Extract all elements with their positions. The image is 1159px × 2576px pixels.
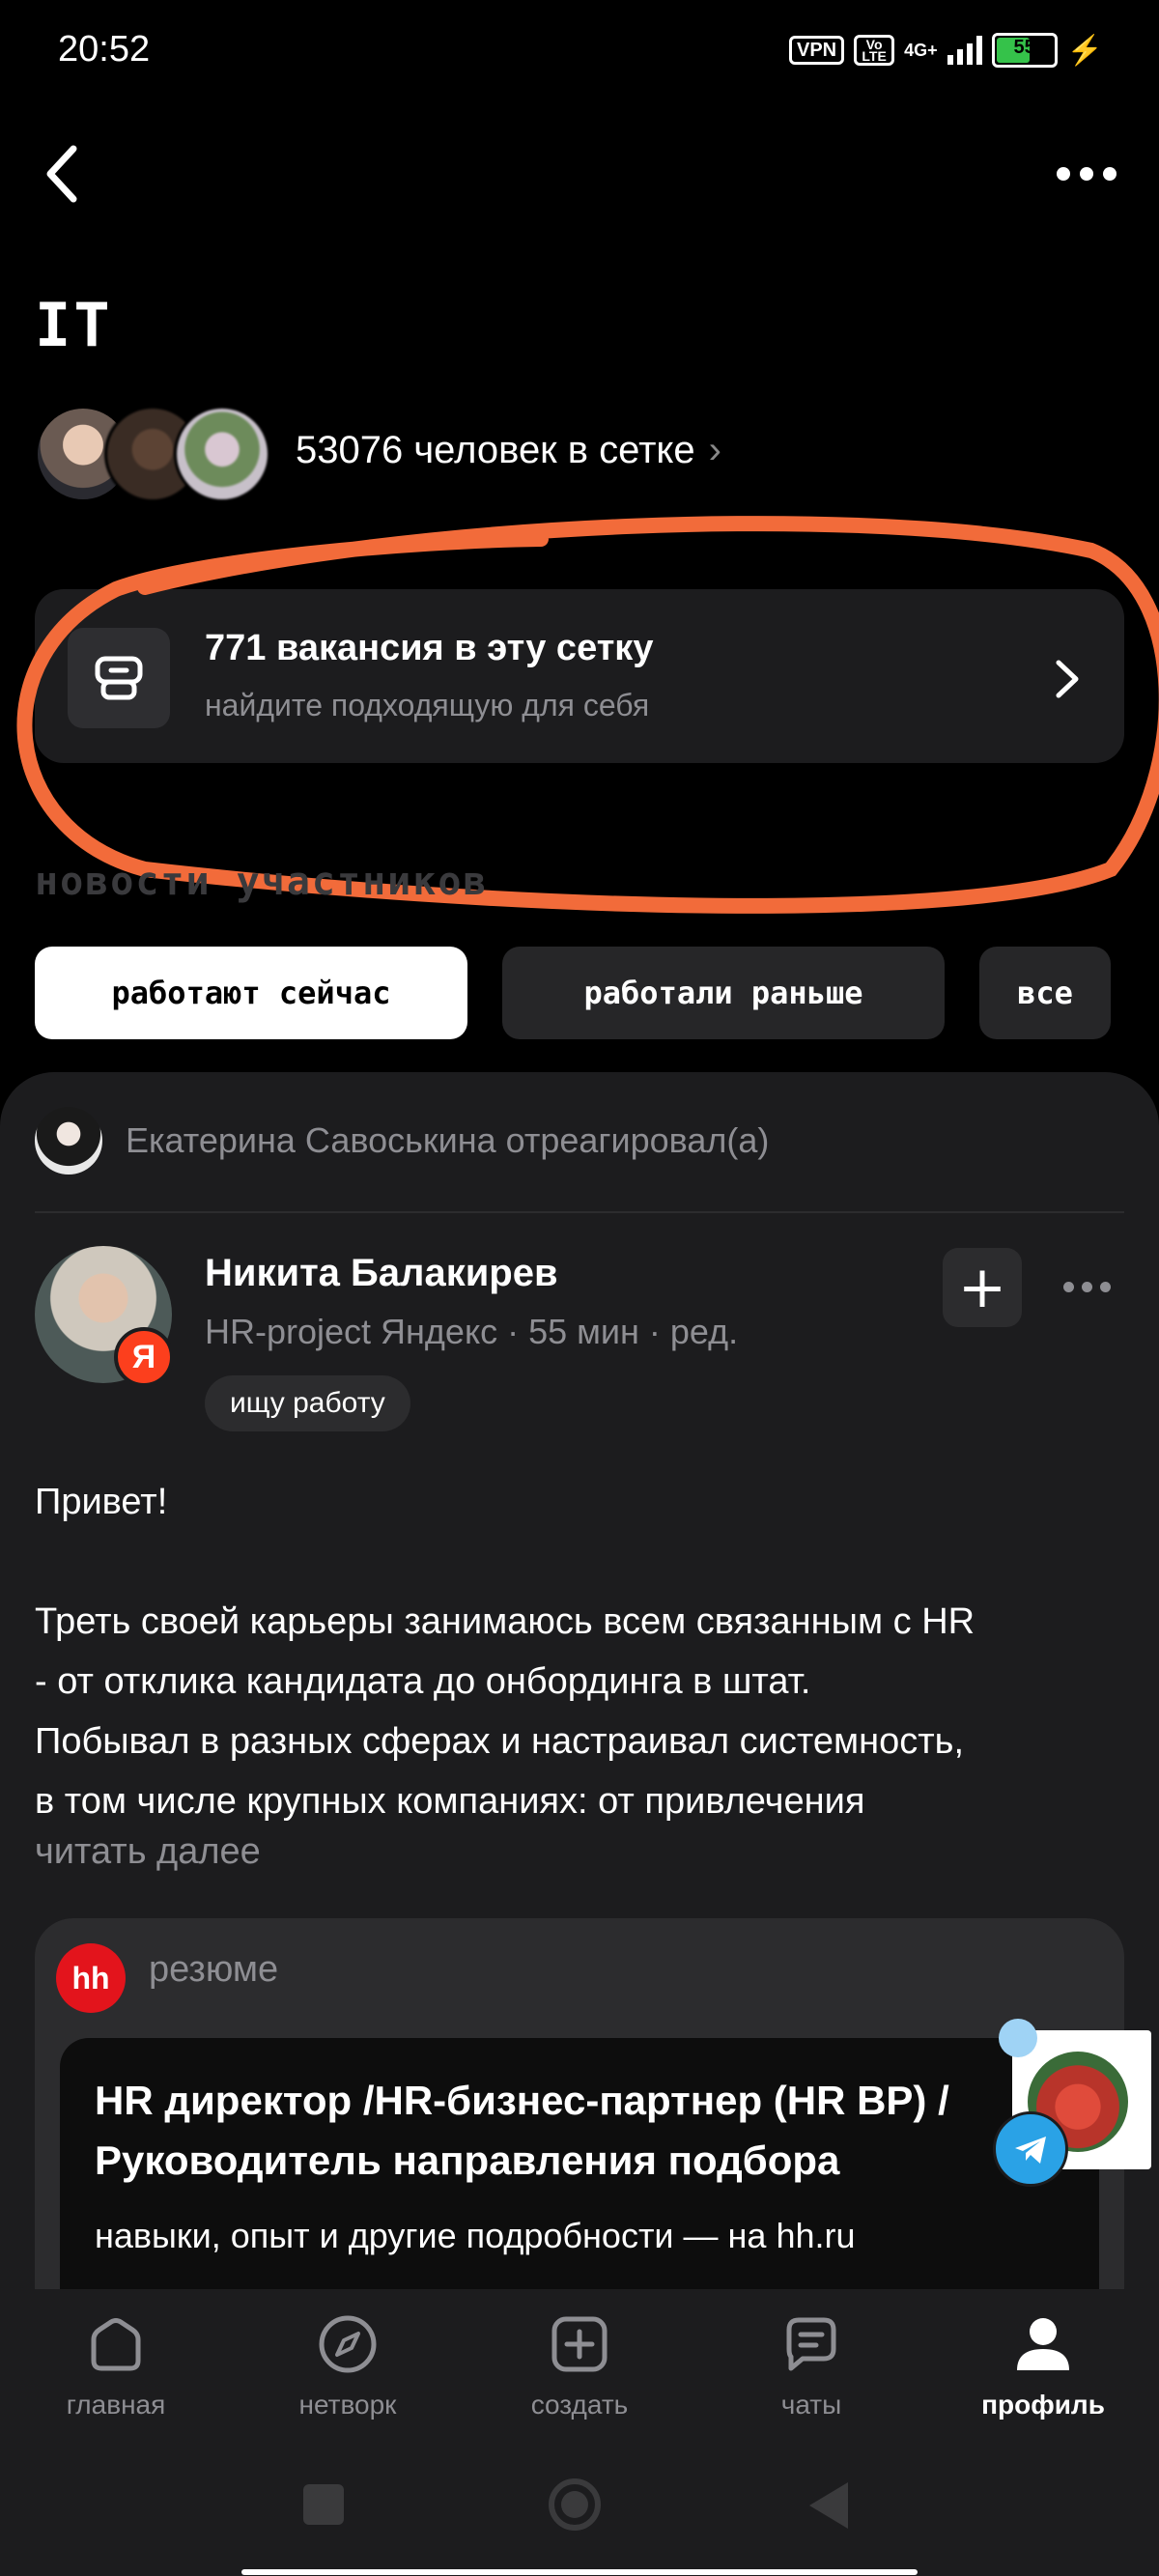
status-badge: ищу работу <box>205 1375 410 1431</box>
resume-label: резюме <box>149 1949 279 1990</box>
vpn-icon: VPN <box>788 36 845 65</box>
profile-icon <box>1017 2318 1069 2370</box>
author-meta: HR-project Яндекс · 55 мин · ред. <box>205 1312 739 1351</box>
nav-label: нетворк <box>298 2390 397 2420</box>
more-button[interactable] <box>1043 145 1130 203</box>
post-line: Побывал в разных сферах и настраивал сис… <box>35 1721 965 1762</box>
resume-subtitle: навыки, опыт и другие подробности — на h… <box>95 2216 856 2255</box>
nav-label: главная <box>66 2390 166 2420</box>
home-indicator <box>241 2569 918 2575</box>
drag-handle[interactable] <box>999 2019 1037 2057</box>
nav-home[interactable]: главная <box>19 2310 212 2420</box>
resume-title: HR директор /HR-бизнес-партнер (HR BP) /… <box>95 2078 949 2183</box>
avatar <box>174 406 270 502</box>
vacancies-subtitle: найдите подходящую для себя <box>205 688 650 722</box>
system-back-icon[interactable] <box>809 2482 848 2529</box>
vacancies-card[interactable] <box>35 589 1124 763</box>
back-chevron-icon <box>46 145 77 203</box>
plus-square-icon <box>551 2316 608 2372</box>
members-link[interactable]: 53076 человек в сетке › <box>296 429 721 472</box>
nav-label: профиль <box>981 2390 1105 2420</box>
reaction-row[interactable]: Екатерина Савоськина отреагировал(а) <box>35 1107 769 1175</box>
compass-icon <box>319 2315 377 2373</box>
post-line <box>35 1532 1126 1592</box>
post-line: Привет! <box>35 1482 168 1522</box>
nav-profile[interactable]: профиль <box>947 2310 1140 2420</box>
nav-create[interactable]: создать <box>483 2310 676 2420</box>
filter-worked-before[interactable]: работали раньше <box>502 947 945 1039</box>
nav-chats[interactable]: чаты <box>715 2310 908 2420</box>
chevron-right-icon <box>1043 645 1091 713</box>
yandex-badge: Я <box>114 1327 174 1387</box>
status-icons: VPN Vo LTE 4G+ 55 ⚡ <box>788 33 1103 68</box>
status-time: 20:52 <box>58 29 151 70</box>
post-line: Треть своей карьеры занимаюсь всем связа… <box>35 1601 975 1642</box>
page-title: IT <box>35 290 113 360</box>
post-more-button[interactable] <box>1053 1267 1120 1306</box>
recents-icon[interactable] <box>303 2484 344 2525</box>
reaction-text: Екатерина Савоськина отреагировал(а) <box>126 1120 770 1160</box>
telegram-icon[interactable] <box>993 2111 1068 2187</box>
network-type: 4G+ <box>904 41 938 60</box>
member-avatars[interactable] <box>35 406 270 502</box>
divider <box>35 1211 1124 1213</box>
post-line: - от отклика кандидата до онбординга в ш… <box>35 1661 811 1702</box>
chat-icon <box>786 2317 836 2371</box>
nav-label: чаты <box>780 2390 842 2420</box>
charging-icon: ⚡ <box>1066 34 1103 67</box>
nav-label: создать <box>530 2390 629 2420</box>
follow-button[interactable]: + <box>943 1248 1022 1327</box>
avatar <box>35 1107 102 1175</box>
author-name[interactable]: Никита Балакирев <box>205 1252 558 1295</box>
briefcase-icon <box>68 628 170 728</box>
read-more-link[interactable]: читать далее <box>35 1831 261 1873</box>
post-text: Привет! Треть своей карьеры занимаюсь вс… <box>35 1472 1126 1831</box>
vacancies-title: 771 вакансия в эту сетку <box>205 628 654 668</box>
filter-all[interactable]: все <box>979 947 1111 1039</box>
post-line: в том числе крупных компаниях: от привле… <box>35 1781 865 1822</box>
section-title: новости участников <box>35 860 489 904</box>
back-button[interactable] <box>29 135 97 212</box>
battery-percent: 55 <box>1013 37 1035 58</box>
more-dots-icon <box>1062 1281 1074 1292</box>
signal-icon <box>947 36 982 65</box>
filter-working-now[interactable]: работают сейчас <box>35 947 467 1039</box>
volte-icon: Vo LTE <box>854 35 895 66</box>
more-dots-icon <box>1057 167 1070 181</box>
nav-network[interactable]: нетворк <box>251 2310 444 2420</box>
hh-logo: hh <box>56 1943 126 2013</box>
battery-icon: 55 <box>991 33 1058 68</box>
home-icon <box>91 2318 141 2371</box>
chevron-right-icon: › <box>708 429 721 471</box>
members-count: 53076 человек в сетке <box>296 429 695 471</box>
plus-icon: + <box>957 1254 1007 1321</box>
home-button-icon[interactable] <box>549 2478 601 2531</box>
